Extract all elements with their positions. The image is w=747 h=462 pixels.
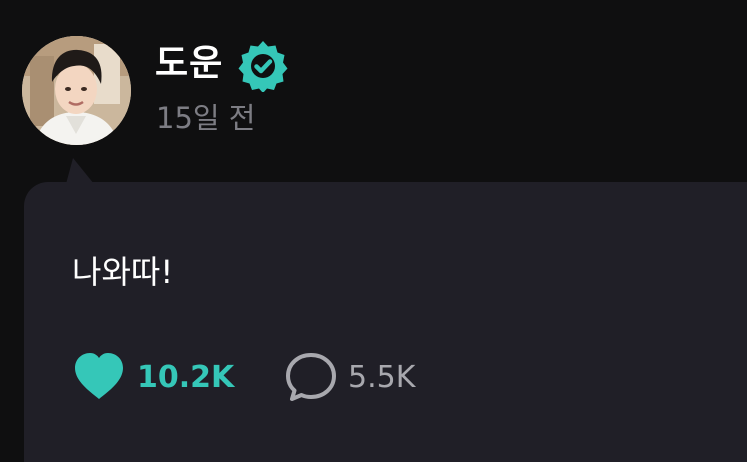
comment-button[interactable]: 5.5K (284, 352, 415, 402)
verified-badge-icon (238, 41, 288, 92)
like-button[interactable]: 10.2K (72, 352, 234, 402)
like-count: 10.2K (137, 359, 235, 395)
post-timestamp: 15일 전 (156, 101, 256, 135)
message-text: 나와따! (72, 253, 174, 291)
profile-photo-icon (22, 36, 131, 145)
post-header: 도운 15일 전 (0, 0, 747, 180)
comment-count: 5.5K (348, 359, 416, 395)
message-bubble (24, 182, 747, 462)
author-name[interactable]: 도운 (155, 40, 223, 88)
heart-icon (75, 353, 123, 399)
author-avatar[interactable] (22, 36, 131, 145)
comment-bubble-icon (286, 353, 336, 401)
